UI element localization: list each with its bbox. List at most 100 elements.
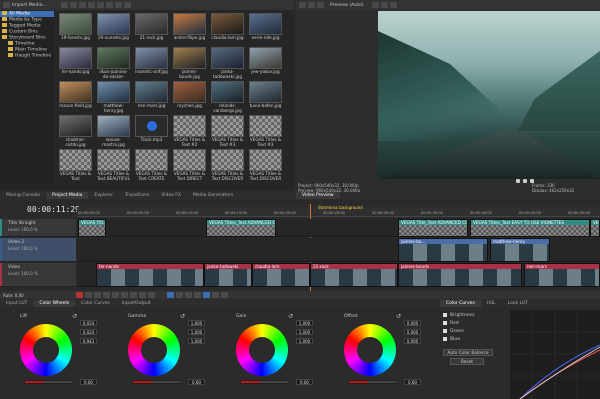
record-icon[interactable] [75, 292, 83, 298]
tab-project-media[interactable]: Project Media [46, 192, 89, 199]
tab-hsl[interactable]: HSL [481, 300, 502, 307]
media-thumbnail[interactable]: eerie-ride.jpg [249, 13, 282, 51]
wheel-value[interactable]: 0,000 [404, 329, 421, 335]
toolbar-icon-5[interactable] [96, 2, 104, 8]
media-thumbnail[interactable]: nen-mars.jpg [135, 81, 168, 119]
reset-button[interactable]: Reset [450, 358, 484, 365]
color-wheel[interactable] [128, 324, 180, 376]
timeline-clip[interactable]: nen-mars [524, 263, 600, 287]
media-thumbnail[interactable]: janka-tadowaski.jpg [211, 47, 244, 85]
preview-save-icon[interactable] [380, 2, 388, 8]
timeline-clip[interactable]: 21-rock [310, 263, 398, 287]
media-thumbnail[interactable]: 19-forests.jpg [59, 13, 92, 51]
checkbox-icon[interactable] [443, 320, 447, 325]
slider-value[interactable]: 0,00 [296, 379, 313, 385]
preview-quality[interactable]: Preview (Auto) [330, 3, 364, 8]
toolbar-icon-8[interactable] [123, 2, 131, 8]
media-thumbnail[interactable]: Track.mp3 [135, 115, 168, 153]
tab-video-preview[interactable]: Video Preview [296, 192, 340, 199]
media-thumbnail[interactable]: jew-yakov.jpg [249, 47, 282, 85]
snap-icon[interactable] [202, 292, 210, 298]
toolbar-icon-1[interactable] [60, 2, 68, 8]
timeline-clip[interactable]: jaimes-bouds [398, 263, 522, 287]
import-media-icon[interactable] [3, 2, 10, 8]
timeline-clip[interactable]: VEGAS Title_Text ADVANCED COLO... [398, 219, 468, 237]
checkbox-icon[interactable] [443, 336, 447, 341]
media-thumbnail[interactable]: ilkan-juanieo-da-vassie-rcd/kis.jpg [97, 47, 130, 85]
timeline-clip[interactable]: VEGAS Titl... [78, 219, 106, 237]
next-frame-icon[interactable] [138, 292, 146, 298]
media-thumbnail[interactable]: jaimes-bouds.jpg [173, 47, 206, 85]
ripple-icon[interactable] [220, 292, 228, 298]
play-icon[interactable] [516, 179, 520, 183]
wheel-value[interactable]: 1,000 [188, 320, 205, 326]
loop-icon[interactable] [84, 292, 92, 298]
prev-frame-icon[interactable] [129, 292, 137, 298]
tab-mixing-console[interactable]: Mixing Console [0, 192, 46, 199]
toolbar-icon-2[interactable] [69, 2, 77, 8]
auto-color-balance[interactable]: Auto Color Balance [443, 349, 493, 356]
wheel-value[interactable]: 1,000 [296, 338, 313, 344]
timeline-clip[interactable]: VEGAS Titl... [590, 219, 600, 237]
tab-video-fx[interactable]: Video FX [155, 192, 187, 199]
tab-explorer[interactable]: Explorer [88, 192, 119, 199]
toolbar-icon-4[interactable] [87, 2, 95, 8]
wheel-reset-icon[interactable]: ↺ [180, 313, 185, 320]
track-header[interactable]: Video 2 Level: 100,0 % [0, 238, 76, 262]
wheel-value[interactable]: 1,000 [296, 320, 313, 326]
media-thumbnail[interactable]: VEGAS Titles & Text ADVANCED COLO... [59, 149, 92, 187]
media-thumbnail[interactable]: rolands-varsbergs.jpg [211, 81, 244, 119]
curves-graph[interactable] [510, 310, 600, 399]
split-tool-icon[interactable] [193, 292, 201, 298]
media-thumbnail[interactable]: wouse-mastra.jpg [97, 115, 130, 153]
preview-overlay-icon[interactable] [317, 2, 324, 8]
curve-channel-check[interactable]: Green [443, 328, 474, 336]
media-thumbnail[interactable]: VEGAS Titles & Text CREATE YOUR O... [135, 149, 168, 187]
color-wheel[interactable] [20, 324, 72, 376]
media-thumbnail[interactable]: fer-nando.jpg [59, 47, 92, 85]
play-icon-main[interactable] [93, 292, 101, 298]
tab-color-curves[interactable]: Color Curves [440, 300, 481, 307]
media-thumbnail[interactable]: VEGAS Titles & Text #2 [173, 115, 206, 153]
wheel-value[interactable]: 1,000 [188, 338, 205, 344]
wheel-reset-icon[interactable]: ↺ [288, 313, 293, 320]
checkbox-icon[interactable] [443, 312, 447, 317]
lock-icon[interactable] [211, 292, 219, 298]
pause-icon-main[interactable] [111, 292, 119, 298]
media-thumbnail[interactable]: roychen.jpg [173, 81, 206, 119]
media-thumbnail[interactable]: matthew-henry.jpg [97, 81, 130, 119]
media-thumbnail[interactable]: VEGAS Titles & Text #3 [211, 115, 244, 153]
import-media-button[interactable]: Import Media... [12, 3, 47, 8]
media-thumbnail[interactable]: inonetic-arlf.jpg [135, 47, 168, 85]
track-header[interactable]: Video Level: 100,0 % [0, 263, 76, 287]
timeline-clip[interactable]: claudia-lam [252, 263, 310, 287]
curve-channel-check[interactable]: Blue [443, 336, 474, 344]
toolbar-icon-7[interactable] [114, 2, 122, 8]
color-wheel[interactable] [344, 324, 396, 376]
wheel-value[interactable]: 0,024 [80, 320, 97, 326]
wheel-reset-icon[interactable]: ↺ [72, 313, 77, 320]
media-thumbnail[interactable]: VEGAS Titles & Text BEAUTIFUL VIDE... [97, 149, 130, 187]
wheel-value[interactable]: 0,024 [80, 329, 97, 335]
track-header[interactable]: Title Straight Level: 100,0 % [0, 219, 76, 237]
media-tree-item[interactable]: Haugit Timeline [0, 53, 54, 59]
media-thumbnail[interactable]: 21-rock.jpg [135, 13, 168, 51]
media-thumbnail[interactable]: VEGAS Titles & Text DIRECT UPLOAD TO [173, 149, 206, 187]
stop-icon-main[interactable] [120, 292, 128, 298]
preview-copy-icon[interactable] [389, 2, 397, 8]
wheel-value[interactable]: 1,000 [296, 329, 313, 335]
wheel-slider[interactable] [348, 380, 398, 384]
play-from-start-icon[interactable] [102, 292, 110, 298]
media-thumbnail[interactable]: shadmer-sistdo.jpg [59, 115, 92, 153]
tab-look-lut[interactable]: Look LUT [502, 300, 534, 307]
media-thumbnail[interactable]: mason-field.jpg [59, 81, 92, 119]
preview-settings-icon[interactable] [299, 2, 306, 8]
media-thumbnail[interactable]: tuvul-bafen.jpg [249, 81, 282, 119]
edit-tool-icon[interactable] [166, 292, 174, 298]
media-thumbnail[interactable]: VEGAS Titles & Text #3 [249, 115, 282, 153]
wheel-slider[interactable] [132, 380, 182, 384]
slider-value[interactable]: 0,00 [404, 379, 421, 385]
wheel-value[interactable]: 0,000 [404, 338, 421, 344]
wheel-value[interactable]: 0,943 [80, 338, 97, 344]
wheel-value[interactable]: 0,000 [404, 320, 421, 326]
